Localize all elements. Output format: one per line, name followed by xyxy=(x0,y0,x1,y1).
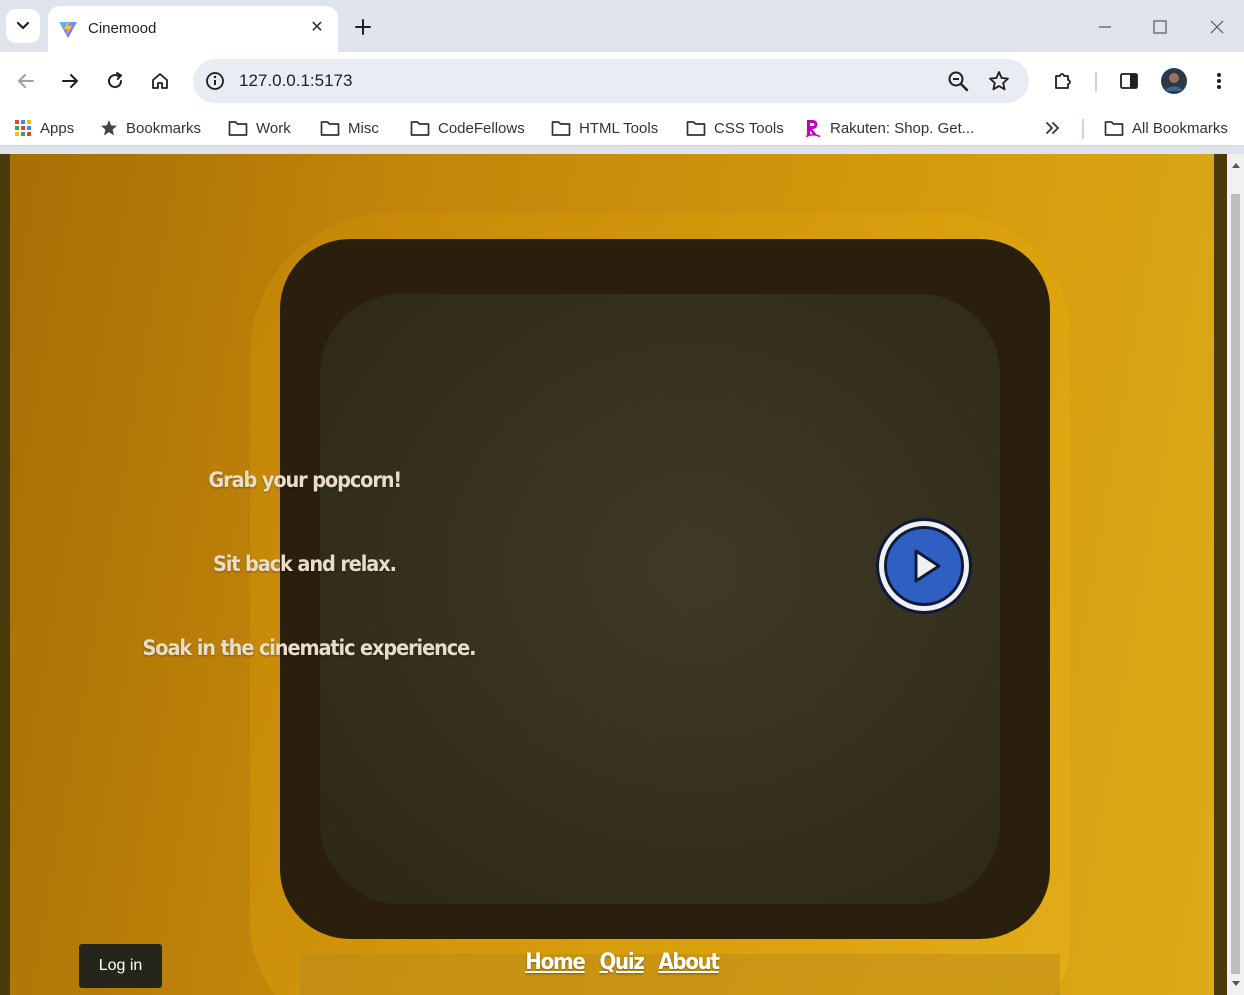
bookmark-work[interactable]: Work xyxy=(228,116,291,140)
bookmark-star-icon[interactable] xyxy=(987,69,1011,93)
footer-nav: Home Quiz About xyxy=(522,950,722,975)
play-button[interactable] xyxy=(876,518,972,614)
reload-icon xyxy=(108,72,123,89)
minimize-button[interactable] xyxy=(1090,12,1120,42)
bookmark-bookmarks[interactable]: Bookmarks xyxy=(100,116,201,140)
profile-button[interactable] xyxy=(1158,65,1190,97)
all-bookmarks-label: All Bookmarks xyxy=(1132,119,1228,137)
reload-button[interactable] xyxy=(99,65,131,97)
bookmark-codefellows[interactable]: CodeFellows xyxy=(410,116,525,140)
extensions-button[interactable] xyxy=(1047,65,1079,97)
tab-strip: Cinemood ✕ xyxy=(0,0,1244,52)
bookmark-misc[interactable]: Misc xyxy=(320,116,379,140)
side-panel-icon xyxy=(1120,73,1138,89)
double-chevron-right-icon xyxy=(1046,122,1059,134)
play-icon xyxy=(914,549,941,583)
close-icon xyxy=(1210,20,1224,34)
folder-icon xyxy=(551,121,571,136)
plus-icon xyxy=(355,19,371,35)
bookmark-apps[interactable]: Apps xyxy=(14,116,74,140)
tab-cinemood[interactable]: Cinemood ✕ xyxy=(48,6,338,52)
tab-search-button[interactable] xyxy=(6,9,40,43)
scrollbar-thumb[interactable] xyxy=(1231,194,1240,974)
toolbar-divider xyxy=(1095,72,1097,92)
arrow-left-icon xyxy=(18,74,34,88)
bookmark-css-tools[interactable]: CSS Tools xyxy=(686,116,784,140)
bookmark-label: CSS Tools xyxy=(714,119,784,137)
right-shadow-edge xyxy=(1214,154,1227,995)
tagline-popcorn: Grab your popcorn! xyxy=(208,468,402,492)
arrow-right-icon xyxy=(62,74,78,88)
url-text[interactable]: 127.0.0.1:5173 xyxy=(239,71,352,91)
browser-toolbar: 127.0.0.1:5173 xyxy=(0,52,1244,110)
chevron-down-icon xyxy=(16,21,30,30)
puzzle-icon xyxy=(1055,73,1071,89)
nav-link-home[interactable]: Home xyxy=(525,950,585,975)
menu-button[interactable] xyxy=(1203,65,1235,97)
site-info-icon[interactable] xyxy=(203,69,227,93)
play-button-core xyxy=(884,526,964,606)
nav-link-quiz[interactable]: Quiz xyxy=(599,950,644,975)
bookmark-label: Bookmarks xyxy=(126,119,202,137)
back-button[interactable] xyxy=(10,65,42,97)
scroll-up-arrow-icon[interactable] xyxy=(1227,158,1244,172)
new-tab-button[interactable] xyxy=(350,14,376,40)
bookmark-label: Rakuten: Shop. Get... xyxy=(830,119,975,137)
maximize-icon xyxy=(1153,20,1167,34)
more-vertical-icon xyxy=(1217,73,1221,89)
bookmark-html-tools[interactable]: HTML Tools xyxy=(551,116,658,140)
home-button[interactable] xyxy=(144,65,176,97)
folder-icon xyxy=(228,121,248,136)
scroll-down-arrow-icon[interactable] xyxy=(1227,977,1244,991)
folder-icon xyxy=(1104,121,1124,136)
avatar-icon xyxy=(1161,68,1187,94)
zoom-icon[interactable] xyxy=(946,69,970,93)
tagline-experience: Soak in the cinematic experience. xyxy=(142,636,476,660)
apps-grid-icon xyxy=(15,120,31,136)
minimize-icon xyxy=(1099,26,1111,28)
close-tab-icon[interactable]: ✕ xyxy=(306,16,328,38)
bookmark-rakuten[interactable]: Rakuten: Shop. Get... xyxy=(804,116,974,140)
bookmarks-divider xyxy=(1082,119,1084,139)
maximize-button[interactable] xyxy=(1145,12,1175,42)
home-icon xyxy=(152,73,168,89)
folder-icon xyxy=(320,121,340,136)
folder-icon xyxy=(686,121,706,136)
star-icon xyxy=(101,120,117,136)
more-bookmarks-button[interactable] xyxy=(1044,116,1070,140)
folder-icon xyxy=(410,121,430,136)
page-viewport: Grab your popcorn! Sit back and relax. S… xyxy=(0,154,1227,995)
bookmark-label: Apps xyxy=(40,119,75,137)
left-shadow-edge xyxy=(0,154,10,995)
login-button[interactable]: Log in xyxy=(79,944,162,988)
all-bookmarks-button[interactable]: All Bookmarks xyxy=(1104,116,1228,140)
bookmark-label: Misc xyxy=(348,119,379,137)
bookmarks-bar: Apps Bookmarks Work Misc CodeFellows HTM… xyxy=(0,110,1244,146)
close-window-button[interactable] xyxy=(1202,12,1232,42)
bookmark-label: CodeFellows xyxy=(438,119,525,137)
forward-button[interactable] xyxy=(54,65,86,97)
nav-link-about[interactable]: About xyxy=(658,950,720,975)
address-bar[interactable]: 127.0.0.1:5173 xyxy=(193,59,1029,103)
tagline-relax: Sit back and relax. xyxy=(212,552,397,576)
bookmark-label: HTML Tools xyxy=(579,119,659,137)
side-panel-button[interactable] xyxy=(1113,65,1145,97)
tab-title: Cinemood xyxy=(88,20,157,37)
page-scrollbar[interactable] xyxy=(1227,154,1244,995)
rakuten-icon xyxy=(805,120,821,138)
bookmark-label: Work xyxy=(256,119,291,137)
play-button-ring xyxy=(879,521,969,611)
vite-logo-icon xyxy=(59,20,77,38)
